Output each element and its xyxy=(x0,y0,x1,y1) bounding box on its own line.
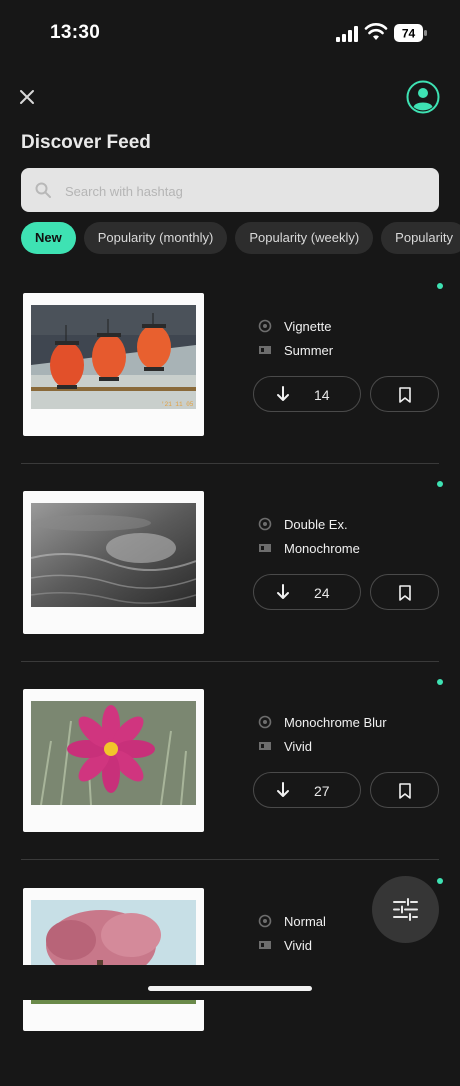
film-filter-icon xyxy=(259,941,271,949)
effect-label: Monochrome Blur xyxy=(284,715,387,730)
filter-settings-button[interactable] xyxy=(372,876,439,943)
sort-chips: New Popularity (monthly) Popularity (weekl… xyxy=(21,222,460,254)
cellular-signal-icon xyxy=(336,26,358,42)
feed-item[interactable]: Monochrome Blur Vivid 27 xyxy=(0,679,460,887)
divider xyxy=(21,661,439,662)
bottom-fade xyxy=(0,965,460,1000)
download-arrow-icon xyxy=(277,782,289,797)
page-title: Discover Feed xyxy=(21,132,151,153)
new-indicator-dot xyxy=(437,481,443,487)
filter-label: Monochrome xyxy=(284,541,360,556)
bookmark-icon xyxy=(399,387,411,403)
effect-label: Normal xyxy=(284,914,326,929)
chip-popularity[interactable]: Popularity xyxy=(381,222,460,254)
chip-popularity-weekly[interactable]: Popularity (weekly) xyxy=(235,222,374,254)
feed-item[interactable]: Double Ex. Monochrome 24 xyxy=(0,481,460,689)
polaroid-photo[interactable] xyxy=(23,689,204,832)
film-filter-icon xyxy=(259,346,271,354)
search-input[interactable] xyxy=(63,168,427,214)
film-filter-icon xyxy=(259,742,271,750)
download-button[interactable]: 24 xyxy=(253,574,361,610)
battery-level: 74 xyxy=(402,27,416,41)
wifi-icon xyxy=(364,23,388,40)
effect-icon xyxy=(258,715,272,729)
film-filter-icon xyxy=(259,544,271,552)
chip-popularity-monthly[interactable]: Popularity (monthly) xyxy=(83,222,228,254)
chip-new[interactable]: New xyxy=(21,222,76,254)
effect-icon xyxy=(258,319,272,333)
filter-label: Summer xyxy=(284,343,334,358)
new-indicator-dot xyxy=(437,679,443,685)
status-bar: 13:30 74 xyxy=(0,0,460,64)
bookmark-button[interactable] xyxy=(370,772,439,808)
search-icon xyxy=(35,182,51,198)
bookmark-button[interactable] xyxy=(370,376,439,412)
battery-icon: 74 xyxy=(394,24,427,42)
polaroid-photo[interactable] xyxy=(23,491,204,634)
effect-label: Double Ex. xyxy=(284,517,348,532)
status-time: 13:30 xyxy=(50,22,101,43)
new-indicator-dot xyxy=(437,878,443,884)
bookmark-icon xyxy=(399,783,411,799)
bookmark-icon xyxy=(399,585,411,601)
profile-avatar-icon[interactable] xyxy=(406,80,440,114)
close-icon[interactable] xyxy=(16,86,38,108)
search-bar[interactable] xyxy=(21,168,439,214)
feed-item[interactable]: '21 11 05 Vignette Summer 14 xyxy=(0,283,460,491)
new-indicator-dot xyxy=(437,283,443,289)
filter-label: Vivid xyxy=(284,938,312,953)
photo-lanterns: '21 11 05 xyxy=(31,305,196,409)
effect-icon xyxy=(258,914,272,928)
polaroid-photo[interactable]: '21 11 05 xyxy=(23,293,204,436)
download-button[interactable]: 27 xyxy=(253,772,361,808)
photo-pink-flower xyxy=(31,701,196,805)
effect-icon xyxy=(258,517,272,531)
download-count: 14 xyxy=(314,387,330,403)
download-count: 27 xyxy=(314,783,330,799)
home-indicator xyxy=(148,986,312,991)
download-button[interactable]: 14 xyxy=(253,376,361,412)
polaroid-photo[interactable] xyxy=(23,888,204,1031)
sliders-icon xyxy=(393,898,418,921)
download-arrow-icon xyxy=(277,584,289,599)
svg-text:'21 11 05: '21 11 05 xyxy=(161,401,194,408)
download-arrow-icon xyxy=(277,386,289,401)
divider xyxy=(21,463,439,464)
effect-label: Vignette xyxy=(284,319,332,334)
bookmark-button[interactable] xyxy=(370,574,439,610)
photo-water-monochrome xyxy=(31,503,196,607)
download-count: 24 xyxy=(314,585,330,601)
filter-label: Vivid xyxy=(284,739,312,754)
divider xyxy=(21,859,439,860)
